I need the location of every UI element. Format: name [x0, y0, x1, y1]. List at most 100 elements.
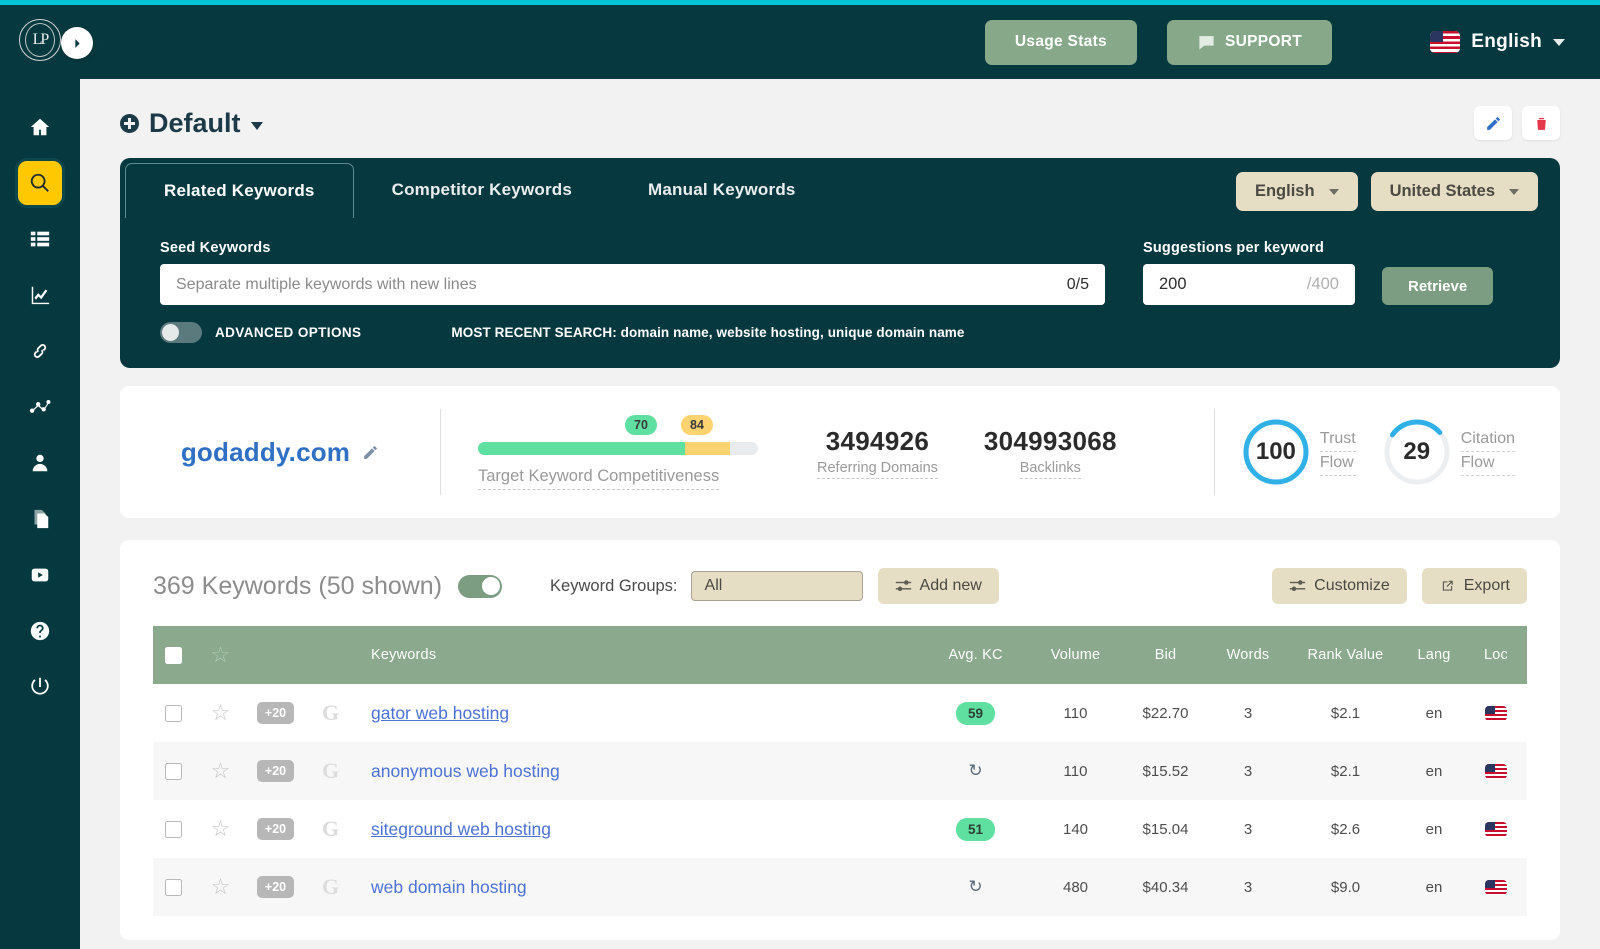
row-favorite-cell[interactable]: ☆ — [193, 800, 248, 858]
star-icon[interactable]: ☆ — [211, 758, 231, 783]
row-google-cell[interactable]: G — [303, 858, 358, 916]
google-icon[interactable]: G — [322, 874, 339, 899]
th-keywords[interactable]: Keywords — [358, 626, 923, 684]
sidebar-item-backlinks[interactable] — [18, 329, 62, 373]
brand-logo[interactable]: LP — [19, 19, 61, 61]
table-row[interactable]: ☆ +20 Gweb domain hosting ↻ 480 $40.34 3 $9.0 en — [153, 858, 1527, 916]
row-favorite-cell[interactable]: ☆ — [193, 684, 248, 742]
retrieve-button[interactable]: Retrieve — [1382, 267, 1494, 305]
add-new-group-button[interactable]: Add new — [877, 568, 999, 604]
related-count-badge[interactable]: +20 — [256, 818, 295, 840]
row-rank-value-cell: $2.1 — [1330, 704, 1361, 722]
tab-related-keywords[interactable]: Related Keywords — [125, 163, 354, 218]
keyword-link[interactable]: web domain hosting — [371, 877, 527, 897]
star-icon[interactable]: ☆ — [211, 874, 231, 899]
keyword-link[interactable]: siteground web hosting — [371, 819, 551, 839]
tab-competitor-keywords[interactable]: Competitor Keywords — [354, 163, 610, 218]
google-icon[interactable]: G — [322, 700, 339, 725]
star-icon[interactable]: ☆ — [211, 816, 231, 841]
th-bid[interactable]: Bid — [1123, 626, 1208, 684]
keywords-show-all-toggle[interactable] — [458, 574, 503, 598]
sidebar-item-account[interactable] — [18, 441, 62, 485]
language-select[interactable]: English — [1235, 172, 1358, 211]
sidebar-item-search[interactable] — [18, 161, 62, 205]
row-select-cell[interactable] — [153, 684, 193, 742]
sidebar-item-lists[interactable] — [18, 217, 62, 261]
table-row[interactable]: ☆ +20 Gsiteground web hosting 51 140 $15.04 3 $… — [153, 800, 1527, 858]
domain-name[interactable]: godaddy.com — [181, 437, 350, 468]
star-icon[interactable]: ☆ — [211, 642, 231, 667]
sidebar-item-logout[interactable] — [18, 665, 62, 709]
keyword-groups-select[interactable]: All — [690, 571, 863, 601]
row-google-cell[interactable]: G — [303, 684, 358, 742]
th-lang[interactable]: Lang — [1403, 626, 1465, 684]
sidebar-item-pages[interactable] — [18, 497, 62, 541]
row-google-cell[interactable]: G — [303, 742, 358, 800]
row-favorite-cell[interactable]: ☆ — [193, 742, 248, 800]
refresh-icon[interactable]: ↻ — [968, 877, 982, 896]
th-rank-value[interactable]: Rank Value — [1288, 626, 1403, 684]
suggestions-input[interactable]: 200 /400 — [1143, 264, 1355, 305]
delete-project-button[interactable] — [1522, 106, 1560, 140]
row-rank-value-cell: $2.1 — [1330, 762, 1361, 780]
seed-keywords-label: Seed Keywords — [160, 240, 271, 256]
sidebar-item-network[interactable] — [18, 385, 62, 429]
sidebar-nav — [18, 105, 62, 721]
usage-stats-button[interactable]: Usage Stats — [984, 19, 1137, 65]
th-avg-kc[interactable]: Avg. KC — [923, 626, 1028, 684]
row-keyword-cell[interactable]: siteground web hosting — [358, 800, 923, 858]
sidebar-item-rank-tracking[interactable] — [18, 273, 62, 317]
keyword-link[interactable]: anonymous web hosting — [371, 761, 560, 781]
advanced-options-toggle[interactable] — [160, 322, 202, 343]
project-selector[interactable]: Default — [120, 108, 263, 139]
row-volume-cell: 110 — [1063, 704, 1088, 722]
select-all-checkbox[interactable] — [164, 646, 182, 664]
country-select[interactable]: United States — [1370, 172, 1538, 211]
related-count-badge[interactable]: +20 — [256, 702, 295, 724]
th-select-all[interactable] — [153, 626, 193, 684]
row-select-cell[interactable] — [153, 800, 193, 858]
row-select-cell[interactable] — [153, 742, 193, 800]
row-related-cell[interactable]: +20 — [248, 684, 303, 742]
row-checkbox[interactable] — [164, 704, 182, 722]
row-select-cell[interactable] — [153, 858, 193, 916]
row-related-cell[interactable]: +20 — [248, 858, 303, 916]
sidebar-collapse-button[interactable] — [61, 27, 93, 59]
row-keyword-cell[interactable]: web domain hosting — [358, 858, 923, 916]
row-keyword-cell[interactable]: anonymous web hosting — [358, 742, 923, 800]
table-row[interactable]: ☆ +20 Ggator web hosting 59 110 $22.70 3 $2.1 en — [153, 684, 1527, 742]
row-google-cell[interactable]: G — [303, 800, 358, 858]
sidebar-item-help[interactable] — [18, 609, 62, 653]
row-checkbox[interactable] — [164, 878, 182, 896]
related-count-badge[interactable]: +20 — [256, 876, 295, 898]
row-checkbox[interactable] — [164, 820, 182, 838]
customize-button[interactable]: Customize — [1272, 568, 1407, 604]
th-loc[interactable]: Loc — [1465, 626, 1527, 684]
row-related-cell[interactable]: +20 — [248, 800, 303, 858]
row-keyword-cell[interactable]: gator web hosting — [358, 684, 923, 742]
seed-keywords-input[interactable]: Separate multiple keywords with new line… — [160, 264, 1105, 305]
keywords-table-body: ☆ +20 Ggator web hosting 59 110 $22.70 3 $2.1 en… — [153, 684, 1527, 916]
row-related-cell[interactable]: +20 — [248, 742, 303, 800]
export-button[interactable]: Export — [1421, 568, 1527, 604]
edit-project-button[interactable] — [1474, 106, 1512, 140]
row-checkbox[interactable] — [164, 762, 182, 780]
related-count-badge[interactable]: +20 — [256, 760, 295, 782]
refresh-icon[interactable]: ↻ — [968, 761, 982, 780]
support-button[interactable]: SUPPORT — [1166, 19, 1332, 65]
sidebar-item-home[interactable] — [18, 105, 62, 149]
keyword-link[interactable]: gator web hosting — [371, 703, 509, 723]
pencil-icon[interactable] — [362, 444, 379, 461]
row-favorite-cell[interactable]: ☆ — [193, 858, 248, 916]
google-icon[interactable]: G — [322, 758, 339, 783]
sidebar-item-youtube[interactable] — [18, 553, 62, 597]
language-picker[interactable]: English — [1430, 20, 1565, 64]
th-favorite[interactable]: ☆ — [193, 626, 248, 684]
row-rank-value-cell: $9.0 — [1330, 878, 1361, 896]
tab-manual-keywords[interactable]: Manual Keywords — [610, 163, 834, 218]
table-row[interactable]: ☆ +20 Ganonymous web hosting ↻ 110 $15.52 3 $2.… — [153, 742, 1527, 800]
th-volume[interactable]: Volume — [1028, 626, 1123, 684]
google-icon[interactable]: G — [322, 816, 339, 841]
th-words[interactable]: Words — [1208, 626, 1288, 684]
star-icon[interactable]: ☆ — [211, 700, 231, 725]
